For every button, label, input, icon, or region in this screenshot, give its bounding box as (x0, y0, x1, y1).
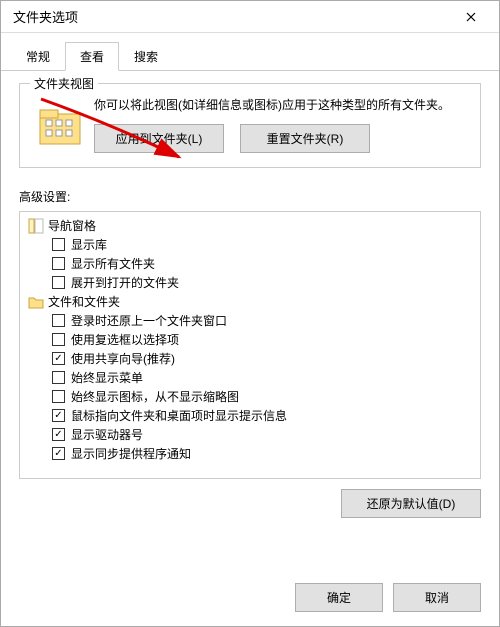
tab-general[interactable]: 常规 (11, 42, 65, 71)
reset-folders-button[interactable]: 重置文件夹(R) (240, 124, 370, 153)
tree-checkbox-item[interactable]: 鼠标指向文件夹和桌面项时显示提示信息 (22, 406, 478, 425)
tree-group-label: 文件和文件夹 (48, 293, 120, 310)
checkbox[interactable] (52, 257, 65, 270)
advanced-settings-label: 高级设置: (19, 188, 481, 205)
tree-checkbox-item[interactable]: 始终显示图标，从不显示缩略图 (22, 387, 478, 406)
checkbox[interactable] (52, 409, 65, 422)
tree-checkbox-item[interactable]: 显示驱动器号 (22, 425, 478, 444)
checkbox[interactable] (52, 276, 65, 289)
tree-item-label: 始终显示菜单 (71, 369, 143, 386)
folder-options-dialog: 文件夹选项 常规 查看 搜索 文件夹视图 (0, 0, 500, 627)
dialog-button-bar: 确定 取消 (1, 573, 499, 626)
tree-item-label: 显示同步提供程序通知 (71, 445, 191, 462)
tree-item-label: 始终显示图标，从不显示缩略图 (71, 388, 239, 405)
folder-options-icon (36, 102, 84, 150)
tab-content: 文件夹视图 你可以将此视图(如详细信息或图标)应用于这种类型的所有文件夹。 应用… (1, 71, 499, 573)
tree-item-label: 使用复选框以选择项 (71, 331, 179, 348)
restore-defaults-button[interactable]: 还原为默认值(D) (341, 489, 481, 518)
tree-checkbox-item[interactable]: 显示库 (22, 235, 478, 254)
tree-checkbox-item[interactable]: 展开到打开的文件夹 (22, 273, 478, 292)
checkbox[interactable] (52, 428, 65, 441)
apply-to-folders-button[interactable]: 应用到文件夹(L) (94, 124, 224, 153)
tab-search[interactable]: 搜索 (119, 42, 173, 71)
tree-group-label: 导航窗格 (48, 217, 96, 234)
tree-item-label: 显示库 (71, 236, 107, 253)
checkbox[interactable] (52, 390, 65, 403)
tree-checkbox-item[interactable]: 显示所有文件夹 (22, 254, 478, 273)
window-title: 文件夹选项 (9, 7, 451, 26)
checkbox[interactable] (52, 333, 65, 346)
tree-checkbox-item[interactable]: 始终显示菜单 (22, 368, 478, 387)
folder-view-group: 文件夹视图 你可以将此视图(如详细信息或图标)应用于这种类型的所有文件夹。 应用… (19, 83, 481, 168)
tree-group: 导航窗格 (22, 216, 478, 235)
tree-group: 文件和文件夹 (22, 292, 478, 311)
titlebar: 文件夹选项 (1, 1, 499, 33)
folder-view-description: 你可以将此视图(如详细信息或图标)应用于这种类型的所有文件夹。 (94, 96, 468, 114)
tree-item-label: 显示所有文件夹 (71, 255, 155, 272)
checkbox[interactable] (52, 238, 65, 251)
checkbox[interactable] (52, 371, 65, 384)
checkbox[interactable] (52, 314, 65, 327)
ok-button[interactable]: 确定 (295, 583, 383, 612)
tree-checkbox-item[interactable]: 使用复选框以选择项 (22, 330, 478, 349)
advanced-settings-tree[interactable]: 导航窗格显示库显示所有文件夹展开到打开的文件夹文件和文件夹登录时还原上一个文件夹… (19, 211, 481, 479)
tree-checkbox-item[interactable]: 使用共享向导(推荐) (22, 349, 478, 368)
folder-icon (28, 294, 44, 310)
nav-pane-icon (28, 218, 44, 234)
folder-view-group-title: 文件夹视图 (30, 75, 98, 92)
checkbox[interactable] (52, 352, 65, 365)
tree-item-label: 使用共享向导(推荐) (71, 350, 175, 367)
tree-checkbox-item[interactable]: 显示同步提供程序通知 (22, 444, 478, 463)
close-button[interactable] (451, 3, 491, 31)
tree-item-label: 显示驱动器号 (71, 426, 143, 443)
tree-item-label: 鼠标指向文件夹和桌面项时显示提示信息 (71, 407, 287, 424)
tree-checkbox-item[interactable]: 登录时还原上一个文件夹窗口 (22, 311, 478, 330)
cancel-button[interactable]: 取消 (393, 583, 481, 612)
close-icon (466, 12, 476, 22)
tab-strip: 常规 查看 搜索 (1, 33, 499, 71)
tree-item-label: 展开到打开的文件夹 (71, 274, 179, 291)
checkbox[interactable] (52, 447, 65, 460)
tree-item-label: 登录时还原上一个文件夹窗口 (71, 312, 227, 329)
tab-view[interactable]: 查看 (65, 42, 119, 71)
